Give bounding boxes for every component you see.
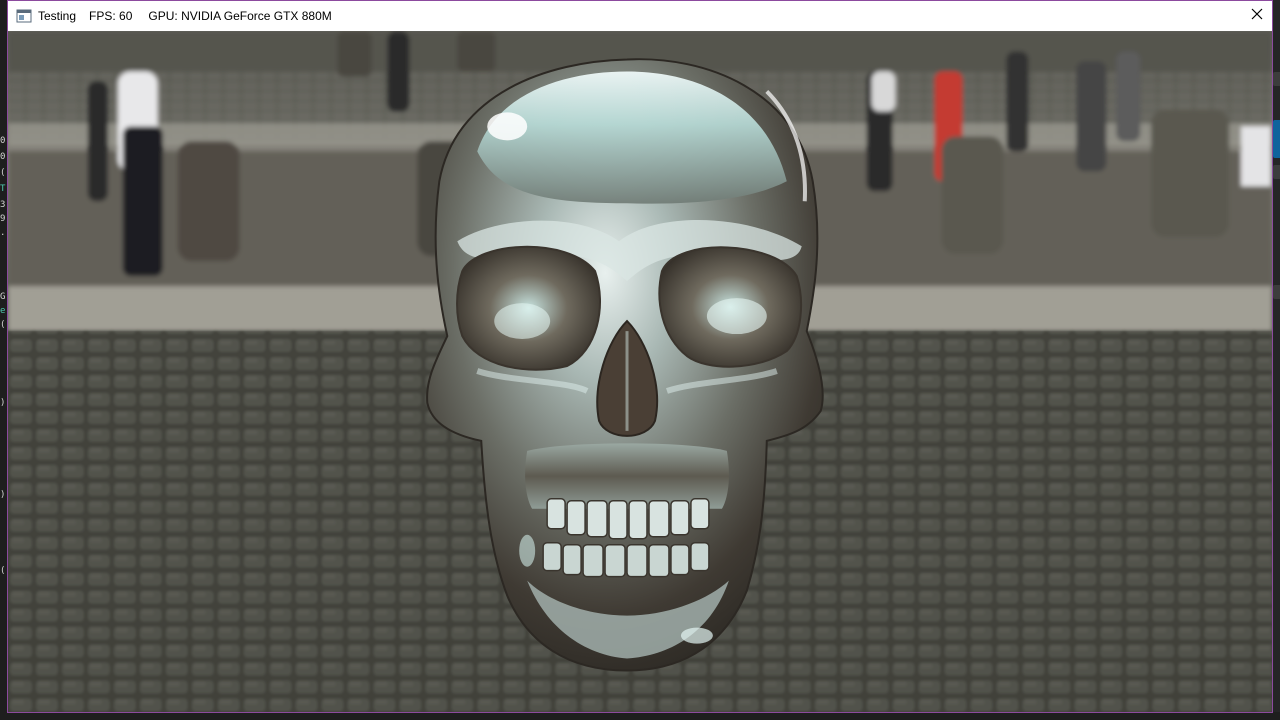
background-editor-sidebar: [1272, 0, 1280, 720]
title-bar[interactable]: Testing FPS: 60 GPU: NVIDIA GeForce GTX …: [8, 1, 1272, 31]
close-icon: [1251, 7, 1263, 25]
window-icon: [16, 8, 32, 24]
close-button[interactable]: [1242, 1, 1272, 31]
app-window: Testing FPS: 60 GPU: NVIDIA GeForce GTX …: [7, 0, 1273, 713]
background-editor-bottom: [0, 712, 1280, 720]
render-viewport[interactable]: [8, 31, 1272, 712]
gpu-readout: GPU: NVIDIA GeForce GTX 880M: [148, 9, 332, 23]
fps-readout: FPS: 60: [89, 9, 133, 23]
window-title: Testing: [38, 9, 77, 23]
scene-render: [8, 31, 1272, 712]
